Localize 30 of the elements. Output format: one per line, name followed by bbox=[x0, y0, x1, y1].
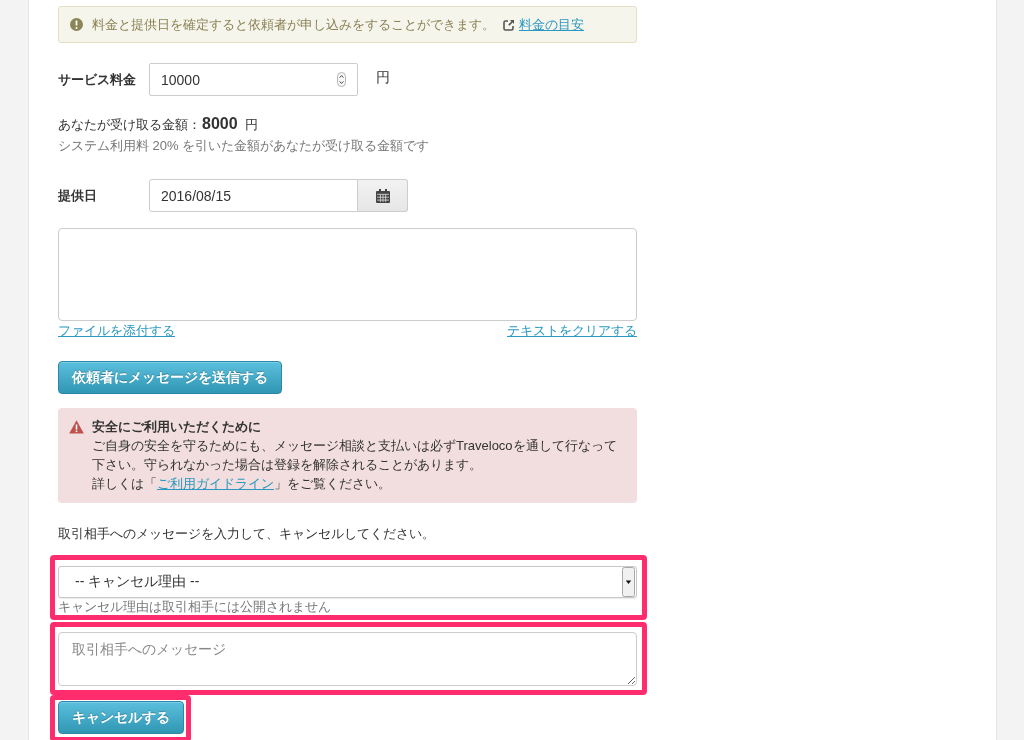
calendar-button[interactable] bbox=[358, 179, 408, 212]
unit-text: 円 bbox=[376, 68, 390, 87]
cancel-instruction: 取引相手へのメッセージを入力して、キャンセルしてください。 bbox=[58, 525, 436, 542]
field-label: サービス料金 bbox=[58, 70, 137, 89]
price-guide-link[interactable]: 料金の目安 bbox=[519, 15, 584, 34]
clear-text-link[interactable]: テキストをクリアする bbox=[507, 322, 637, 339]
warning-icon bbox=[69, 420, 84, 434]
cancel-reason-hint: キャンセル理由は取引相手には公開されません bbox=[58, 599, 332, 615]
guideline-text: 詳しくは「ご利用ガイドライン」をご覧ください。 bbox=[92, 475, 392, 493]
received-label: あなたが受け取る金額： bbox=[58, 116, 201, 134]
unit-text: 円 bbox=[244, 116, 258, 134]
alert-text: ご自身の安全を守るためにも、メッセージ相談と支払いは必ずTravelocoを通して行なって下さい。守られなかった場合は登録を解除されることがあります。 bbox=[92, 437, 618, 474]
notice-text: 料金と提供日を確定すると依頼者が申し込みをすることができます。 bbox=[92, 15, 495, 34]
attach-file-link[interactable]: ファイルを添付する bbox=[58, 322, 175, 339]
stepper-icon[interactable] bbox=[337, 72, 346, 87]
guideline-link[interactable]: ご利用ガイドライン bbox=[157, 476, 274, 491]
calendar-icon bbox=[375, 188, 390, 203]
date-input[interactable]: 2016/08/15 bbox=[149, 179, 358, 212]
external-link-icon bbox=[503, 18, 515, 31]
caret-icon bbox=[622, 567, 635, 597]
fee-note: システム利用料 20% を引いた金額があなたが受け取る金額です bbox=[58, 137, 431, 155]
received-amount: 8000 bbox=[202, 115, 238, 133]
alert-title: 安全にご利用いただくために bbox=[92, 418, 262, 436]
send-message-button[interactable]: 依頼者にメッセージを送信する bbox=[58, 361, 282, 394]
exclamation-icon bbox=[70, 18, 83, 31]
service-fee-input[interactable]: 10000 bbox=[149, 63, 358, 96]
field-label: 提供日 bbox=[58, 186, 98, 205]
cancel-button[interactable]: キャンセルする bbox=[58, 701, 184, 734]
cancel-message-textarea[interactable]: 取引相手へのメッセージ bbox=[58, 632, 637, 686]
cancel-reason-select[interactable]: -- キャンセル理由 -- bbox=[58, 566, 637, 598]
